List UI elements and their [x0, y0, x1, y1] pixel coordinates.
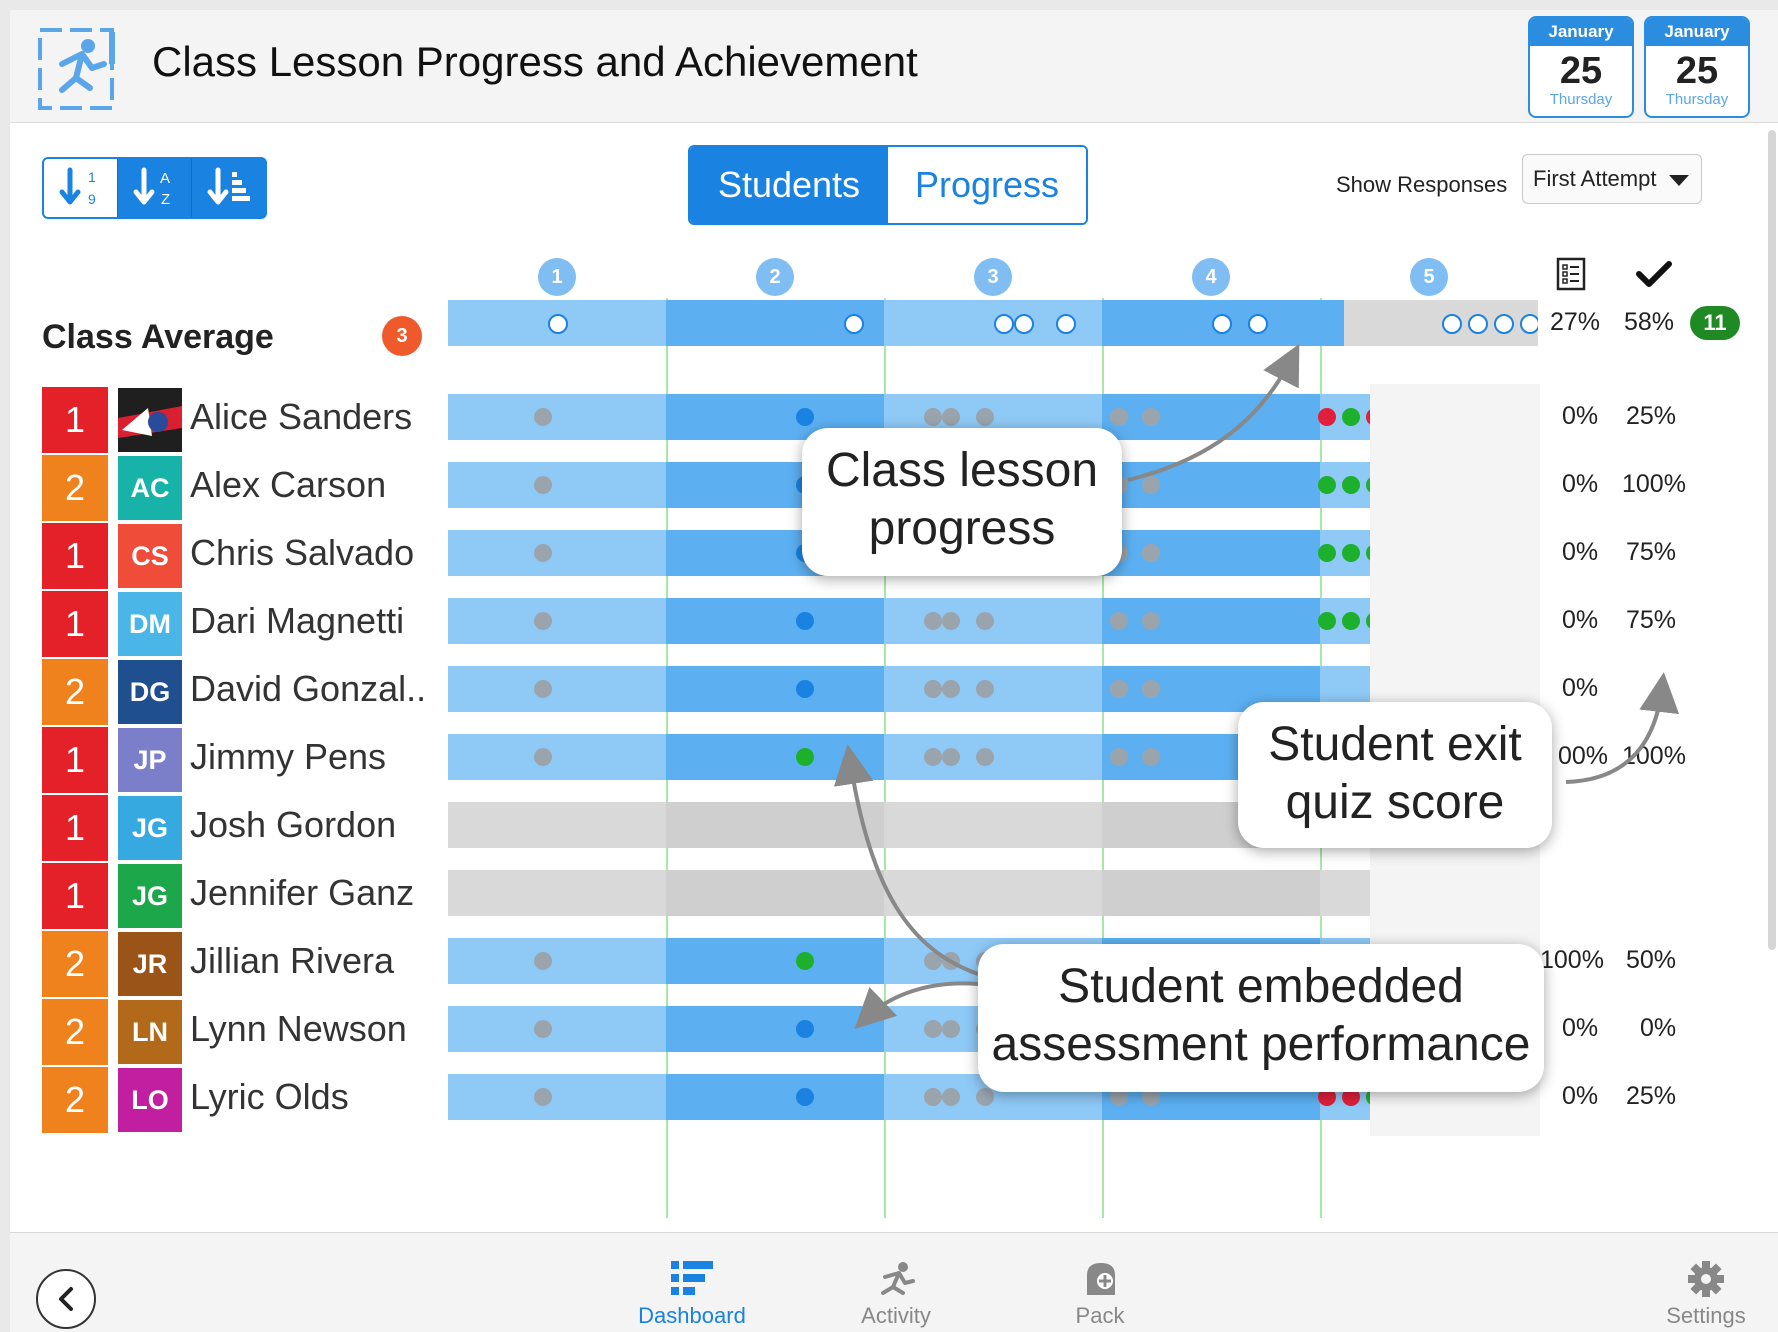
nav-label: Dashboard: [638, 1303, 746, 1328]
vertical-scrollbar[interactable]: [1768, 130, 1776, 950]
nav-pack[interactable]: Pack: [1030, 1259, 1170, 1329]
gear-icon: [1688, 1261, 1724, 1297]
nav-activity[interactable]: Activity: [826, 1259, 966, 1329]
dashboard-icon: [671, 1261, 713, 1295]
callout-class-lesson-progress: Class lesson progress: [802, 428, 1122, 576]
nav-label: Activity: [861, 1303, 931, 1328]
pack-icon: [1087, 1263, 1115, 1295]
nav-dashboard[interactable]: Dashboard: [622, 1259, 762, 1329]
callout-student-exit-quiz: Student exit quiz score: [1238, 702, 1552, 848]
nav-settings[interactable]: Settings: [1636, 1259, 1776, 1329]
chevron-left-icon: [59, 1287, 73, 1311]
app-window: Class Lesson Progress and Achievement Ja…: [10, 10, 1778, 1332]
nav-label: Pack: [1075, 1303, 1125, 1328]
callout-line: Student embedded: [1058, 960, 1464, 1013]
callout-line: Class lesson: [825, 444, 1099, 497]
callout-line: Student exit: [1268, 718, 1522, 771]
back-button[interactable]: [36, 1269, 96, 1329]
callout-student-embedded-assessment: Student embedded assessment performance: [978, 944, 1544, 1092]
callout-line: assessment performance: [991, 1018, 1531, 1071]
activity-runner-icon: [881, 1262, 915, 1295]
nav-label: Settings: [1666, 1303, 1746, 1328]
bottom-navigation: Dashboard Activity Pack Settings: [10, 1232, 1778, 1332]
callout-line: progress: [868, 502, 1056, 555]
callout-line: quiz score: [1285, 776, 1505, 829]
